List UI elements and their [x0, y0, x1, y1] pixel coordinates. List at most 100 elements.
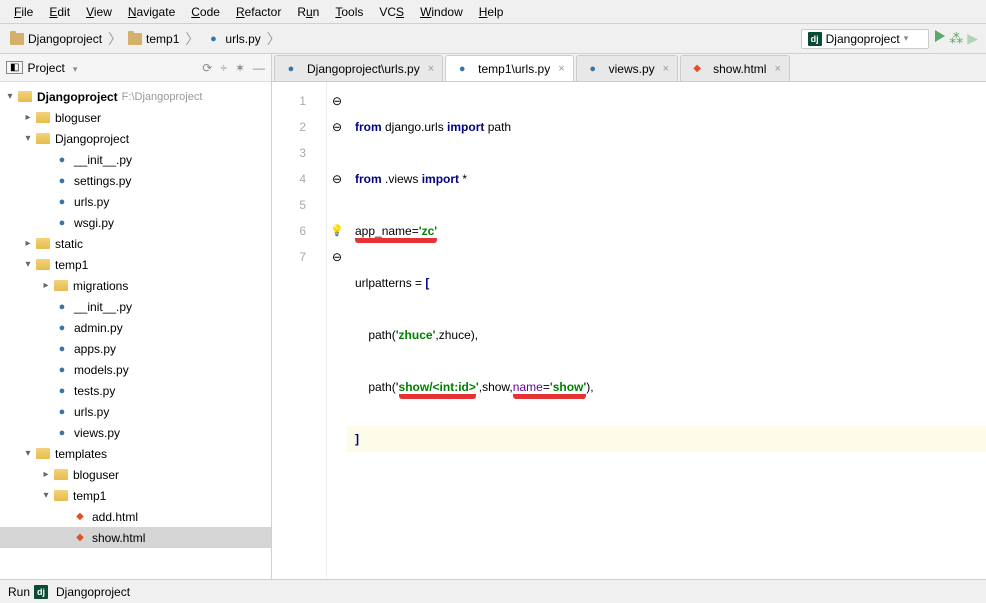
status-project[interactable]: Djangoproject: [56, 585, 130, 599]
collapse-icon[interactable]: ÷: [220, 61, 227, 75]
folder-icon: [128, 33, 142, 45]
toolbar: Djangoproject 〉 temp1 〉 ●urls.py 〉 djDja…: [0, 24, 986, 54]
close-icon[interactable]: ×: [428, 63, 434, 75]
coverage-button[interactable]: ▶: [967, 30, 978, 47]
tab-show-html[interactable]: ◆show.html×: [680, 55, 790, 81]
tree-item[interactable]: ▾temp1: [0, 485, 271, 506]
fold-icon[interactable]: ⊖: [327, 244, 347, 270]
folder-icon: [54, 469, 68, 480]
statusbar: Run dj Djangoproject: [0, 579, 986, 603]
folder-icon: [36, 133, 50, 144]
code-editor[interactable]: 1234567 ⊖ ⊖ ⊖ ⊖ from django.urls import …: [272, 82, 986, 579]
python-icon: ●: [205, 32, 221, 46]
menubar: FFileile Edit View Navigate Code Refacto…: [0, 0, 986, 24]
sync-icon[interactable]: ⟳: [202, 61, 212, 75]
breadcrumb-file[interactable]: ●urls.py: [201, 30, 264, 48]
gear-icon[interactable]: ✶: [235, 61, 245, 75]
project-tab-icon: ◧: [6, 61, 23, 74]
html-icon: ◆: [72, 510, 88, 524]
view-mode-dropdown[interactable]: [69, 61, 78, 75]
menu-window[interactable]: Window: [412, 5, 471, 19]
python-icon: ●: [54, 195, 70, 209]
fold-icon[interactable]: ⊖: [327, 88, 347, 114]
tree-item[interactable]: ●__init__.py: [0, 296, 271, 317]
tree-root[interactable]: ▾DjangoprojectF:\Djangoproject: [0, 86, 271, 107]
django-icon: dj: [34, 585, 48, 599]
line-gutter: 1234567: [272, 82, 327, 579]
folder-icon: [36, 448, 50, 459]
tree-item[interactable]: ▸static: [0, 233, 271, 254]
close-icon[interactable]: ×: [558, 63, 564, 75]
tree-item[interactable]: ●urls.py: [0, 401, 271, 422]
python-icon: ●: [54, 426, 70, 440]
menu-help[interactable]: Help: [471, 5, 512, 19]
close-icon[interactable]: ×: [774, 63, 780, 75]
main-area: ◧ Project ⟳ ÷ ✶ — ▾DjangoprojectF:\Djang…: [0, 54, 986, 579]
python-icon: ●: [54, 384, 70, 398]
python-icon: ●: [54, 321, 70, 335]
tree-item-selected[interactable]: ◆show.html: [0, 527, 271, 548]
project-sidebar: ◧ Project ⟳ ÷ ✶ — ▾DjangoprojectF:\Djang…: [0, 54, 272, 579]
tree-item[interactable]: ●__init__.py: [0, 149, 271, 170]
menu-refactor[interactable]: Refactor: [228, 5, 289, 19]
menu-code[interactable]: Code: [183, 5, 228, 19]
python-icon: ●: [54, 174, 70, 188]
run-button[interactable]: [935, 30, 945, 42]
tree-item[interactable]: ●wsgi.py: [0, 212, 271, 233]
folder-icon: [36, 259, 50, 270]
folder-icon: [54, 490, 68, 501]
close-icon[interactable]: ×: [663, 63, 669, 75]
menu-edit[interactable]: Edit: [41, 5, 78, 19]
tree-item[interactable]: ●urls.py: [0, 191, 271, 212]
debug-button[interactable]: ⁂: [949, 30, 963, 47]
tree-item[interactable]: ●models.py: [0, 359, 271, 380]
gutter-marks: ⊖ ⊖ ⊖ ⊖: [327, 82, 347, 579]
tree-item[interactable]: ▾templates: [0, 443, 271, 464]
project-tree[interactable]: ▾DjangoprojectF:\Djangoproject ▸bloguser…: [0, 82, 271, 579]
tab-views[interactable]: ●views.py×: [576, 55, 678, 81]
breadcrumb-root[interactable]: Djangoproject: [6, 30, 106, 48]
tree-item[interactable]: ●settings.py: [0, 170, 271, 191]
menu-view[interactable]: View: [78, 5, 120, 19]
sidebar-header: ◧ Project ⟳ ÷ ✶ —: [0, 54, 271, 82]
python-icon: ●: [54, 342, 70, 356]
chevron-icon: 〉: [185, 29, 199, 49]
tab-temp1-urls[interactable]: ●temp1\urls.py×: [445, 55, 573, 81]
tree-item[interactable]: ▸bloguser: [0, 107, 271, 128]
tree-item[interactable]: ●admin.py: [0, 317, 271, 338]
tab-djangoproject-urls[interactable]: ●Djangoproject\urls.py×: [274, 55, 443, 81]
python-icon: ●: [283, 62, 299, 76]
menu-run[interactable]: Run: [289, 5, 327, 19]
folder-icon: [18, 91, 32, 102]
menu-tools[interactable]: Tools: [327, 5, 371, 19]
tree-item[interactable]: ●tests.py: [0, 380, 271, 401]
python-icon: ●: [54, 363, 70, 377]
python-icon: ●: [585, 62, 601, 76]
tree-item[interactable]: ▸bloguser: [0, 464, 271, 485]
tree-item[interactable]: ▾temp1: [0, 254, 271, 275]
tree-item[interactable]: ▸migrations: [0, 275, 271, 296]
tree-item[interactable]: ▾Djangoproject: [0, 128, 271, 149]
menu-vcs[interactable]: VCS: [371, 5, 412, 19]
chevron-icon: 〉: [108, 29, 122, 49]
sidebar-title[interactable]: Project: [27, 61, 64, 75]
folder-icon: [54, 280, 68, 291]
python-icon: ●: [54, 300, 70, 314]
fold-icon[interactable]: ⊖: [327, 166, 347, 192]
breadcrumb-folder[interactable]: temp1: [124, 30, 183, 48]
fold-icon[interactable]: ⊖: [327, 114, 347, 140]
menu-file[interactable]: FFileile: [6, 5, 41, 19]
editor-tabs: ●Djangoproject\urls.py× ●temp1\urls.py× …: [272, 54, 986, 82]
code-content[interactable]: from django.urls import path from .views…: [347, 82, 986, 579]
tree-item[interactable]: ◆add.html: [0, 506, 271, 527]
run-tool-window[interactable]: Run: [8, 585, 30, 599]
html-icon: ◆: [689, 62, 705, 76]
tree-item[interactable]: ●apps.py: [0, 338, 271, 359]
run-config-select[interactable]: djDjangoproject: [801, 29, 930, 49]
hide-icon[interactable]: —: [253, 61, 265, 75]
tree-item[interactable]: ●views.py: [0, 422, 271, 443]
python-icon: ●: [54, 153, 70, 167]
menu-navigate[interactable]: Navigate: [120, 5, 183, 19]
folder-icon: [10, 33, 24, 45]
intention-bulb-icon[interactable]: [327, 218, 347, 244]
